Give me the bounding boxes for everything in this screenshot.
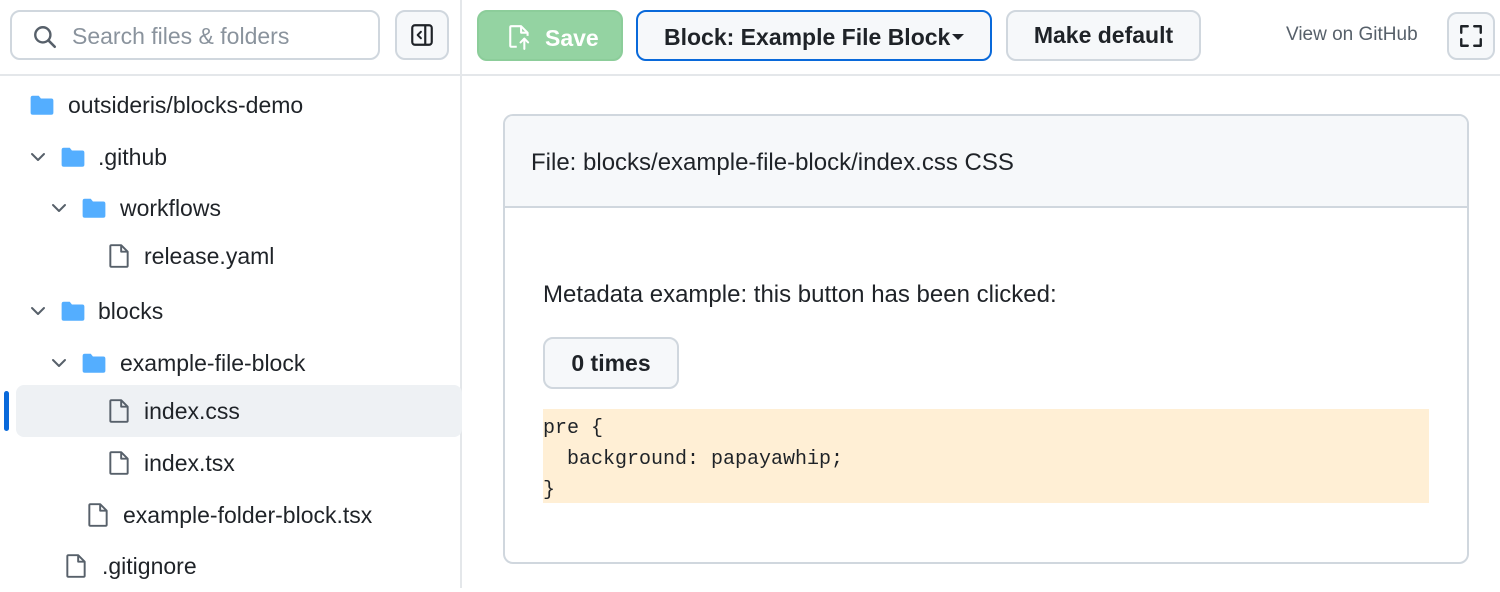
tree-item-label: .gitignore <box>102 552 197 579</box>
chevron-down-icon <box>52 359 66 367</box>
block-picker-button[interactable]: Block: Example File Block <box>636 10 992 61</box>
tree-item-label: blocks <box>98 297 164 324</box>
folder-icon <box>61 147 85 167</box>
tree-item-label: workflows <box>120 194 221 221</box>
search-icon <box>34 26 57 49</box>
tree-item-example-folder-block[interactable]: example-folder-block.tsx <box>0 489 460 541</box>
code-line: pre { <box>543 417 604 440</box>
tree-item-gitignore[interactable]: .gitignore <box>0 540 460 592</box>
caret-down-icon <box>952 34 964 40</box>
code-line: background: papayawhip; <box>543 448 844 471</box>
tree-item-label: example-file-block <box>120 349 306 376</box>
save-label: Save <box>545 25 599 51</box>
file-header: File: blocks/example-file-block/index.cs… <box>505 116 1467 208</box>
make-default-button[interactable]: Make default <box>1006 10 1201 61</box>
save-button[interactable]: Save <box>477 10 623 61</box>
tree-item-release-yaml[interactable]: release.yaml <box>0 230 460 282</box>
tree-item-label: .github <box>98 143 168 170</box>
tree-item-index-css[interactable]: index.css <box>16 385 462 437</box>
folder-icon <box>82 198 106 218</box>
tree-item-label: outsideris/blocks-demo <box>68 91 304 118</box>
collapse-sidebar-button[interactable] <box>395 10 449 60</box>
tree-item-index-tsx[interactable]: index.tsx <box>0 437 460 489</box>
active-indicator <box>4 391 9 431</box>
folder-icon <box>82 353 106 373</box>
view-on-github-link[interactable]: View on GitHub <box>1286 24 1418 46</box>
tree-item-label: release.yaml <box>144 242 275 269</box>
file-block-panel: File: blocks/example-file-block/index.cs… <box>503 114 1469 564</box>
tree-item-blocks-folder[interactable]: blocks <box>0 285 460 337</box>
sidebar-collapse-icon <box>411 24 433 46</box>
code-line: } <box>543 479 556 502</box>
code-block: pre { background: papayawhip;} <box>543 409 1429 503</box>
tree-item-label: index.css <box>144 397 240 424</box>
search-box[interactable] <box>10 10 380 60</box>
chevron-down-icon <box>31 307 45 315</box>
fullscreen-icon <box>1460 25 1482 47</box>
search-input[interactable] <box>70 12 374 60</box>
folder-icon <box>30 95 54 115</box>
tree-item-github-folder[interactable]: .github <box>0 131 460 183</box>
file-header-title: File: blocks/example-file-block/index.cs… <box>531 149 1014 176</box>
chevron-down-icon <box>31 153 45 161</box>
tree-item-workflows-folder[interactable]: workflows <box>0 182 460 234</box>
sidebar-divider <box>0 74 462 76</box>
click-counter-button[interactable]: 0 times <box>543 337 679 389</box>
file-tree-sidebar: outsideris/blocks-demo .github workflows <box>0 0 462 588</box>
folder-icon <box>61 301 85 321</box>
file-icon <box>66 554 86 578</box>
file-icon <box>88 503 108 527</box>
fullscreen-button[interactable] <box>1447 12 1495 60</box>
block-picker-label: Block: Example File Block <box>664 24 951 50</box>
tree-item-repo-root[interactable]: outsideris/blocks-demo <box>0 79 460 131</box>
metadata-text: Metadata example: this button has been c… <box>543 281 1057 308</box>
file-icon <box>109 451 129 475</box>
file-icon <box>109 244 129 268</box>
tree-item-label: index.tsx <box>144 449 235 476</box>
toolbar-divider <box>462 74 1500 76</box>
tree-item-example-file-block-folder[interactable]: example-file-block <box>0 337 460 389</box>
file-icon <box>109 399 129 423</box>
app: outsideris/blocks-demo .github workflows <box>0 0 1500 588</box>
chevron-down-icon <box>52 204 66 212</box>
tree-item-label: example-folder-block.tsx <box>123 501 373 528</box>
upload-file-icon <box>509 25 530 50</box>
